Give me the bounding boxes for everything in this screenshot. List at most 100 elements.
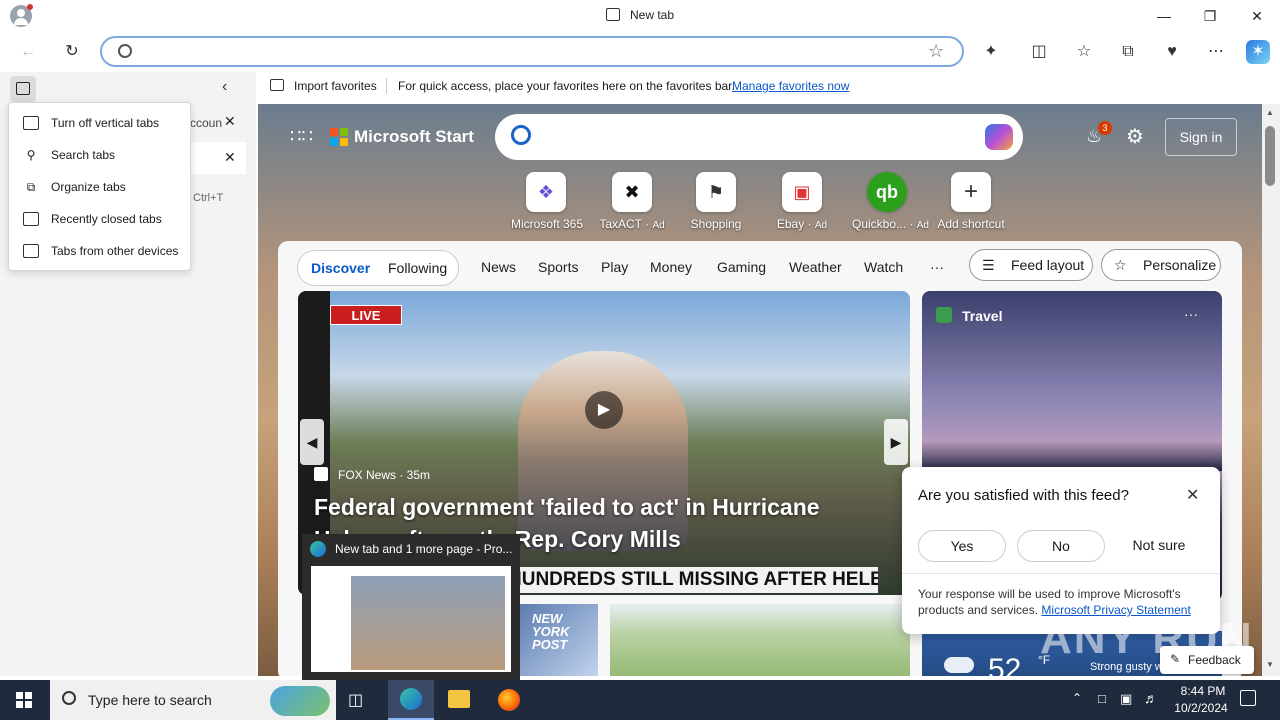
windows-logo-icon bbox=[16, 692, 32, 708]
minimize-button[interactable]: — bbox=[1154, 6, 1174, 26]
favorite-star-icon[interactable]: ☆ bbox=[928, 41, 944, 62]
golf-news-card[interactable] bbox=[610, 604, 910, 676]
show-hidden-icons-chevron[interactable]: ⌃ bbox=[1072, 691, 1082, 705]
add-shortcut-button[interactable]: + Add shortcut bbox=[936, 172, 1006, 231]
live-badge: LIVE bbox=[330, 305, 402, 325]
personalize-button[interactable]: ☆ Personalize bbox=[1101, 249, 1221, 281]
shortcut-microsoft-365[interactable]: ❖ Microsoft 365 bbox=[511, 172, 583, 231]
tab-discover[interactable]: Discover bbox=[311, 260, 370, 276]
manage-favorites-link[interactable]: Manage favorites now bbox=[732, 79, 849, 93]
menu-item-turn-off-vertical-tabs[interactable]: Turn off vertical tabs bbox=[9, 107, 190, 139]
nav-weather[interactable]: Weather bbox=[789, 259, 842, 275]
survey-yes-button[interactable]: Yes bbox=[918, 530, 1006, 562]
nav-play[interactable]: Play bbox=[601, 259, 628, 275]
network-wired-icon[interactable]: ▣ bbox=[1120, 691, 1132, 707]
menu-item-recently-closed-tabs[interactable]: Recently closed tabs bbox=[9, 203, 190, 235]
carousel-prev-chevron-icon[interactable]: ◀ bbox=[300, 419, 324, 465]
taskbar-search-box[interactable]: Type here to search bbox=[50, 680, 336, 720]
menu-item-organize-tabs[interactable]: ⧉ Organize tabs bbox=[9, 171, 190, 203]
news-card[interactable]: NEW YORK POST bbox=[518, 604, 598, 676]
collapse-pane-chevron-icon[interactable]: ‹ bbox=[222, 78, 227, 96]
start-button[interactable] bbox=[0, 680, 48, 720]
shortcut-quickbooks[interactable]: qb Quickbo... · Ad bbox=[852, 172, 929, 231]
network-icon[interactable]: □ bbox=[1098, 691, 1106, 706]
active-tab-item[interactable]: ✕ bbox=[190, 142, 246, 174]
shortcut-label-row: TaxACT · Ad bbox=[599, 217, 665, 231]
back-arrow-icon[interactable]: ← bbox=[16, 40, 40, 64]
sliders-icon: ☰ bbox=[982, 257, 995, 273]
vertical-tabs-icon bbox=[16, 82, 30, 95]
survey-not-sure-button[interactable]: Not sure bbox=[1115, 530, 1203, 562]
address-bar[interactable]: ☆ bbox=[100, 36, 964, 67]
restore-button[interactable]: ❐ bbox=[1200, 6, 1220, 26]
tab-item[interactable]: ccoun ✕ bbox=[190, 110, 246, 140]
close-tab-icon[interactable]: ✕ bbox=[224, 113, 236, 130]
taskbar-edge-button[interactable] bbox=[388, 680, 434, 720]
nav-money[interactable]: Money bbox=[650, 259, 692, 275]
page-scrollbar[interactable]: ▲ ▼ bbox=[1262, 104, 1280, 676]
more-icon[interactable]: ⋯ bbox=[1204, 40, 1228, 64]
search-icon: ⚲ bbox=[26, 148, 36, 162]
import-favorites-link[interactable]: Import favorites bbox=[294, 79, 377, 93]
thumbnail-title: New tab and 1 more page - Pro... bbox=[335, 542, 513, 556]
close-window-button[interactable]: ✕ bbox=[1247, 6, 1267, 26]
import-favorites-icon bbox=[270, 79, 284, 91]
shortcut-shopping[interactable]: ⚑ Shopping bbox=[681, 172, 751, 231]
settings-gear-icon[interactable]: ⚙ bbox=[1126, 124, 1144, 149]
copilot-icon[interactable]: ✶ bbox=[1246, 40, 1270, 64]
address-input[interactable] bbox=[142, 44, 902, 60]
firefox-icon[interactable] bbox=[498, 689, 520, 711]
survey-no-button[interactable]: No bbox=[1017, 530, 1105, 562]
scroll-down-arrow[interactable]: ▼ bbox=[1266, 660, 1274, 669]
profile-avatar[interactable] bbox=[10, 4, 33, 27]
menu-item-tabs-from-other-devices[interactable]: Tabs from other devices bbox=[9, 235, 190, 267]
survey-close-icon[interactable]: ✕ bbox=[1186, 485, 1199, 505]
ad-label: Ad bbox=[814, 220, 828, 231]
shortcut-label: Ebay bbox=[776, 217, 805, 231]
scroll-thumb[interactable] bbox=[1265, 126, 1275, 186]
refresh-icon[interactable]: ↻ bbox=[60, 40, 84, 64]
close-tab-icon[interactable]: ✕ bbox=[224, 149, 236, 166]
taskbar-thumbnail-preview[interactable]: New tab and 1 more page - Pro... bbox=[302, 534, 520, 680]
task-view-icon[interactable]: ◫ bbox=[348, 690, 370, 710]
apps-grid-icon[interactable]: ∷∷ bbox=[290, 126, 313, 146]
carousel-next-chevron-icon[interactable]: ▶ bbox=[884, 419, 908, 465]
nav-more-icon[interactable]: ··· bbox=[930, 259, 944, 275]
collections-icon[interactable]: ⧉ bbox=[1116, 40, 1140, 64]
notifications-icon[interactable] bbox=[1240, 690, 1256, 706]
clock-date[interactable]: 10/2/2024 bbox=[1168, 701, 1234, 715]
tab-following[interactable]: Following bbox=[388, 260, 447, 276]
favorites-icon[interactable]: ☆ bbox=[1072, 40, 1096, 64]
travel-more-icon[interactable]: ··· bbox=[1184, 306, 1198, 322]
file-explorer-icon[interactable] bbox=[448, 690, 470, 708]
extensions-icon[interactable]: ✦ bbox=[979, 40, 1003, 64]
sign-in-button[interactable]: Sign in bbox=[1165, 118, 1237, 156]
menu-item-search-tabs[interactable]: ⚲ Search tabs bbox=[9, 139, 190, 171]
shortcut-taxact[interactable]: ✖ TaxACT · Ad bbox=[597, 172, 667, 231]
web-search-box[interactable] bbox=[495, 114, 1023, 160]
scroll-up-arrow[interactable]: ▲ bbox=[1266, 108, 1274, 117]
volume-icon[interactable]: ♬ bbox=[1144, 690, 1158, 706]
play-icon[interactable]: ▶ bbox=[585, 391, 623, 429]
windows-taskbar: Type here to search ◫ ⌃ □ ▣ ♬ 8:44 PM 10… bbox=[0, 680, 1280, 720]
travel-icon bbox=[936, 307, 952, 323]
nav-gaming[interactable]: Gaming bbox=[717, 259, 766, 275]
shortcut-ebay[interactable]: ▣ Ebay · Ad bbox=[767, 172, 837, 231]
split-screen-icon[interactable]: ◫ bbox=[1027, 40, 1051, 64]
devices-icon bbox=[23, 244, 39, 258]
edge-icon bbox=[400, 688, 422, 710]
search-icon bbox=[511, 125, 531, 145]
nav-news[interactable]: News bbox=[481, 259, 516, 275]
taxact-icon: ✖ bbox=[612, 172, 652, 212]
browser-essentials-icon[interactable]: ♥ bbox=[1160, 40, 1184, 64]
divider bbox=[902, 573, 1220, 574]
nav-watch[interactable]: Watch bbox=[864, 259, 903, 275]
microsoft-365-icon: ❖ bbox=[526, 172, 566, 212]
clock-time[interactable]: 8:44 PM bbox=[1174, 684, 1232, 698]
feed-layout-button[interactable]: ☰ Feed layout bbox=[969, 249, 1093, 281]
watermark-text: ANY RUN bbox=[1040, 614, 1254, 663]
nav-sports[interactable]: Sports bbox=[538, 259, 578, 275]
copilot-icon[interactable] bbox=[985, 124, 1013, 150]
tab-actions-button[interactable] bbox=[10, 76, 36, 102]
brand-title[interactable]: Microsoft Start bbox=[354, 127, 474, 147]
